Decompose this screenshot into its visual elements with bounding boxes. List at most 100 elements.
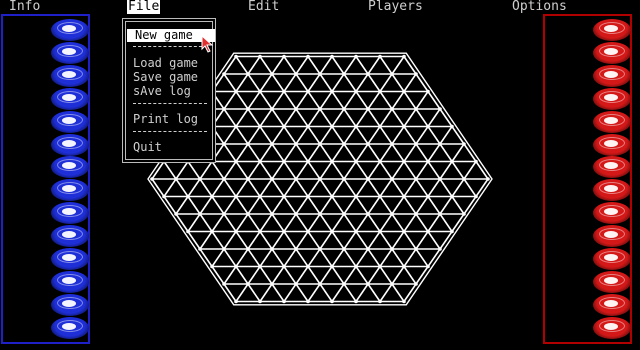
- menu-quit[interactable]: Quit: [133, 141, 162, 154]
- board-node[interactable]: [258, 89, 262, 94]
- board-node[interactable]: [402, 124, 406, 129]
- board-node[interactable]: [246, 142, 250, 146]
- board-node[interactable]: [462, 212, 466, 216]
- board-node[interactable]: [354, 264, 358, 269]
- board-node[interactable]: [222, 247, 226, 251]
- board-node[interactable]: [354, 124, 358, 129]
- board-node[interactable]: [270, 212, 274, 216]
- board-node[interactable]: [390, 212, 394, 216]
- board-node[interactable]: [330, 264, 334, 269]
- board-node[interactable]: [462, 142, 466, 146]
- board-node[interactable]: [330, 299, 334, 304]
- board-node[interactable]: [366, 282, 370, 286]
- board-node[interactable]: [282, 54, 286, 59]
- board-node[interactable]: [450, 194, 454, 199]
- board-node[interactable]: [282, 264, 286, 269]
- board-node[interactable]: [342, 212, 346, 216]
- board-node[interactable]: [234, 229, 238, 234]
- board-node[interactable]: [474, 194, 478, 199]
- board-node[interactable]: [450, 159, 454, 164]
- board-node[interactable]: [258, 194, 262, 199]
- board-node[interactable]: [282, 89, 286, 94]
- board-node[interactable]: [222, 177, 226, 181]
- board-node[interactable]: [366, 142, 370, 146]
- board-node[interactable]: [234, 159, 238, 164]
- board-node[interactable]: [186, 229, 190, 234]
- menu-load-game[interactable]: Load game: [133, 57, 198, 70]
- board-node[interactable]: [318, 247, 322, 251]
- board-node[interactable]: [222, 282, 226, 286]
- board-node[interactable]: [378, 229, 382, 234]
- board-node[interactable]: [354, 229, 358, 234]
- board-node[interactable]: [282, 159, 286, 164]
- board-node[interactable]: [330, 89, 334, 94]
- board-node[interactable]: [270, 142, 274, 146]
- board-node[interactable]: [246, 212, 250, 216]
- board-node[interactable]: [198, 177, 202, 181]
- board-node[interactable]: [234, 299, 238, 304]
- board-node[interactable]: [402, 159, 406, 164]
- board-node[interactable]: [438, 107, 442, 111]
- board-node[interactable]: [330, 194, 334, 199]
- board-node[interactable]: [186, 194, 190, 199]
- board-node[interactable]: [258, 264, 262, 269]
- board-node[interactable]: [486, 177, 490, 181]
- board-node[interactable]: [378, 124, 382, 129]
- board-node[interactable]: [354, 159, 358, 164]
- board-node[interactable]: [366, 212, 370, 216]
- board-node[interactable]: [330, 124, 334, 129]
- board-node[interactable]: [402, 89, 406, 94]
- board-node[interactable]: [438, 247, 442, 251]
- board-node[interactable]: [438, 142, 442, 146]
- menu-save-game[interactable]: Save game: [133, 71, 198, 84]
- board-node[interactable]: [342, 177, 346, 181]
- board-node[interactable]: [330, 229, 334, 234]
- board-node[interactable]: [402, 264, 406, 269]
- board-node[interactable]: [402, 194, 406, 199]
- board-node[interactable]: [342, 107, 346, 111]
- board-node[interactable]: [306, 124, 310, 129]
- board-node[interactable]: [282, 299, 286, 304]
- board-node[interactable]: [294, 177, 298, 181]
- board-node[interactable]: [270, 72, 274, 76]
- board-node[interactable]: [210, 229, 214, 234]
- board-node[interactable]: [294, 212, 298, 216]
- board-node[interactable]: [342, 282, 346, 286]
- board-node[interactable]: [354, 299, 358, 304]
- board-node[interactable]: [426, 229, 430, 234]
- board-node[interactable]: [318, 212, 322, 216]
- board-node[interactable]: [426, 159, 430, 164]
- board-node[interactable]: [402, 229, 406, 234]
- board-node[interactable]: [198, 212, 202, 216]
- board-node[interactable]: [342, 72, 346, 76]
- board-node[interactable]: [234, 264, 238, 269]
- board-node[interactable]: [318, 282, 322, 286]
- board-node[interactable]: [366, 107, 370, 111]
- board-node[interactable]: [294, 142, 298, 146]
- board-node[interactable]: [354, 194, 358, 199]
- board-node[interactable]: [438, 212, 442, 216]
- board-node[interactable]: [366, 247, 370, 251]
- board-node[interactable]: [306, 264, 310, 269]
- board-node[interactable]: [306, 194, 310, 199]
- board-node[interactable]: [222, 72, 226, 76]
- board-node[interactable]: [258, 124, 262, 129]
- menu-save-log[interactable]: sAve log: [133, 85, 191, 98]
- board-node[interactable]: [402, 54, 406, 59]
- board-node[interactable]: [426, 89, 430, 94]
- board-node[interactable]: [342, 142, 346, 146]
- board-node[interactable]: [426, 264, 430, 269]
- board-node[interactable]: [354, 54, 358, 59]
- board-node[interactable]: [378, 264, 382, 269]
- board-node[interactable]: [270, 107, 274, 111]
- board-node[interactable]: [414, 72, 418, 76]
- board-node[interactable]: [306, 299, 310, 304]
- board-node[interactable]: [222, 142, 226, 146]
- board-node[interactable]: [318, 142, 322, 146]
- board-node[interactable]: [246, 247, 250, 251]
- board-node[interactable]: [438, 177, 442, 181]
- board-node[interactable]: [330, 54, 334, 59]
- board-node[interactable]: [282, 124, 286, 129]
- board-node[interactable]: [414, 107, 418, 111]
- board-node[interactable]: [222, 107, 226, 111]
